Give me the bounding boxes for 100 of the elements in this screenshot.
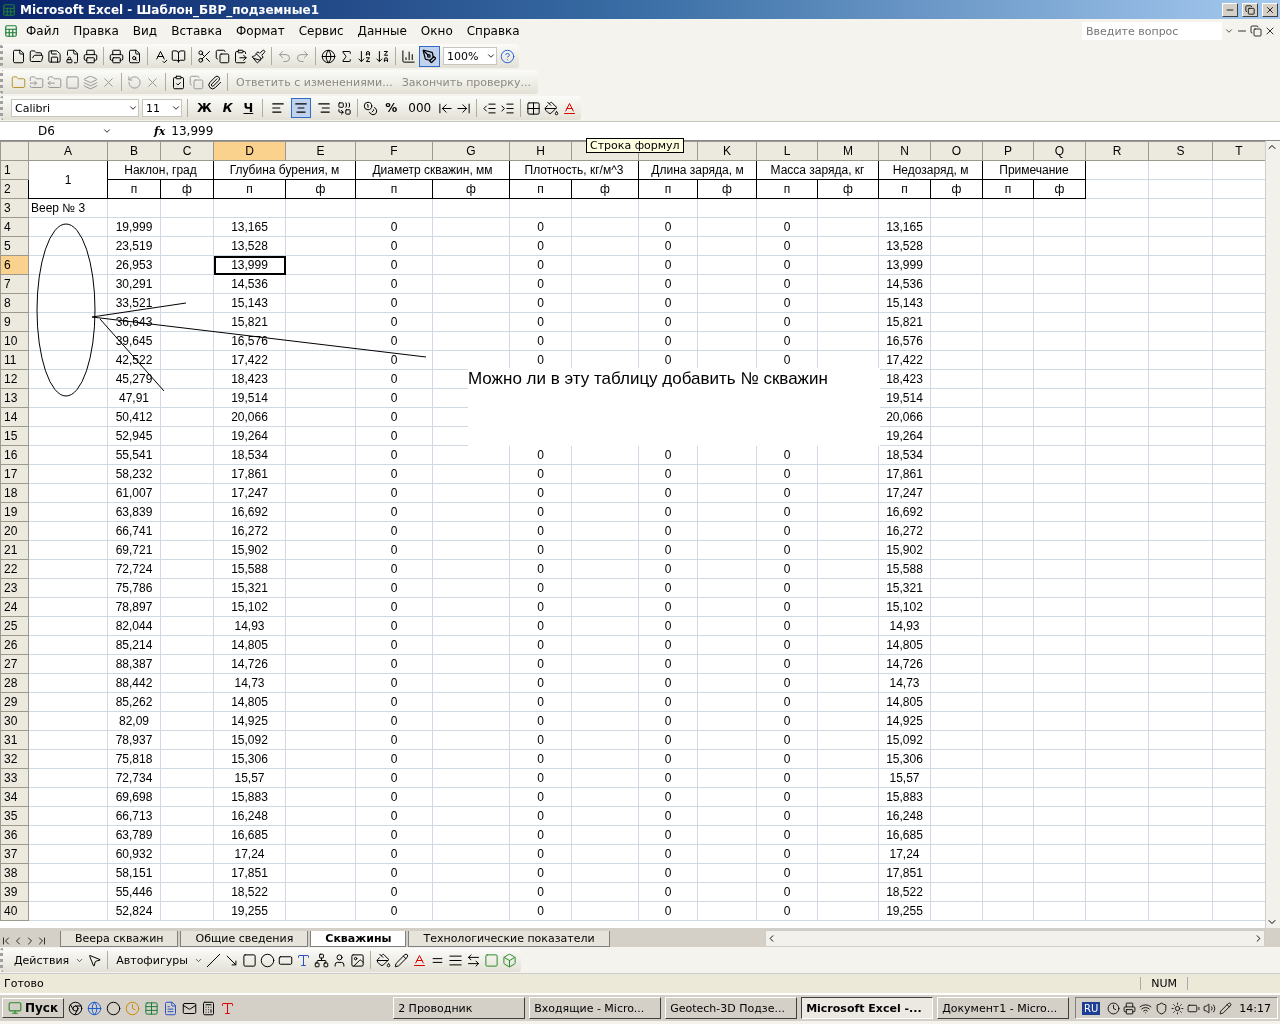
table-cell: 0 <box>756 901 818 921</box>
table-cell: Веер № 3 <box>28 198 108 218</box>
table-cell: 13,999 <box>878 255 931 275</box>
table-cell: 69,698 <box>107 787 161 807</box>
table-cell: ф <box>571 179 639 199</box>
table-cell: 0 <box>638 578 698 598</box>
table-cell: 14,93 <box>878 616 931 636</box>
table-cell: 15,902 <box>878 540 931 560</box>
table-cell: п <box>638 179 698 199</box>
table-cell: 0 <box>638 483 698 503</box>
table-cell: 0 <box>355 369 433 389</box>
table-cell: 14,536 <box>878 274 931 294</box>
table-cell: 0 <box>756 787 818 807</box>
table-cell: 16,272 <box>213 521 286 541</box>
table-cell: 0 <box>638 502 698 522</box>
table-cell: 26,953 <box>107 255 161 275</box>
table-cell: п <box>509 179 572 199</box>
table-cell: 0 <box>638 749 698 769</box>
table-cell: 15,306 <box>878 749 931 769</box>
table-cell: 16,692 <box>878 502 931 522</box>
table-cell: 39,645 <box>107 331 161 351</box>
table-cell: 0 <box>509 768 572 788</box>
table-cell: 19,264 <box>213 426 286 446</box>
table-cell: 0 <box>509 787 572 807</box>
table-cell: 0 <box>355 863 433 883</box>
table-cell: 14,73 <box>878 673 931 693</box>
table-cell: 15,57 <box>213 768 286 788</box>
table-cell: 0 <box>355 274 433 294</box>
table-cell: 55,541 <box>107 445 161 465</box>
table-cell: п <box>878 179 931 199</box>
table-cell: 0 <box>638 293 698 313</box>
table-cell: 0 <box>355 483 433 503</box>
table-cell: 0 <box>355 559 433 579</box>
table-cell: ф <box>160 179 214 199</box>
table-cell: 60,932 <box>107 844 161 864</box>
table-cell: 0 <box>509 844 572 864</box>
table-cell: 0 <box>509 749 572 769</box>
table-cell: 0 <box>509 692 572 712</box>
table-cell: 0 <box>509 806 572 826</box>
table-cell: 0 <box>509 464 572 484</box>
table-cell: 15,588 <box>878 559 931 579</box>
table-cell: 16,576 <box>878 331 931 351</box>
table-cell: 0 <box>756 540 818 560</box>
table-cell: 0 <box>509 616 572 636</box>
table-cell: 16,248 <box>213 806 286 826</box>
table-cell: 14,73 <box>213 673 286 693</box>
table-cell: 0 <box>509 635 572 655</box>
table-cell: 14,925 <box>213 711 286 731</box>
table-cell: ф <box>817 179 879 199</box>
table-cell: 0 <box>638 274 698 294</box>
table-cell: 0 <box>638 806 698 826</box>
table-cell: 0 <box>638 730 698 750</box>
table-cell: 0 <box>638 787 698 807</box>
table-cell: 0 <box>509 711 572 731</box>
table-cell: ф <box>1033 179 1086 199</box>
table-cell: 58,151 <box>107 863 161 883</box>
table-cell: 0 <box>509 597 572 617</box>
table-cell: 0 <box>355 692 433 712</box>
table-cell: 78,937 <box>107 730 161 750</box>
table-cell: 15,092 <box>878 730 931 750</box>
table-cell: 0 <box>355 768 433 788</box>
table-cell: 19,255 <box>213 901 286 921</box>
table-cell: 19,255 <box>878 901 931 921</box>
table-cell: 0 <box>638 312 698 332</box>
table-cell: 0 <box>756 654 818 674</box>
table-cell: 0 <box>355 255 433 275</box>
table-cell: ф <box>930 179 983 199</box>
table-cell: 0 <box>756 882 818 902</box>
table-cell: 17,861 <box>213 464 286 484</box>
table-cell: 0 <box>756 597 818 617</box>
table-cell: п <box>107 179 161 199</box>
table-cell: 13,165 <box>878 217 931 237</box>
table-cell: 0 <box>756 236 818 256</box>
table-cell: 0 <box>509 882 572 902</box>
table-cell: 0 <box>638 692 698 712</box>
table-cell: 0 <box>638 654 698 674</box>
table-cell: 0 <box>756 559 818 579</box>
table-cell: 0 <box>509 578 572 598</box>
table-cell: 0 <box>756 844 818 864</box>
table-cell: 0 <box>355 597 433 617</box>
table-cell: 15,143 <box>878 293 931 313</box>
table-cell: 0 <box>638 882 698 902</box>
table-cell: 0 <box>638 217 698 237</box>
table-cell: 63,839 <box>107 502 161 522</box>
table-cell: ф <box>285 179 356 199</box>
table-cell: 14,93 <box>213 616 286 636</box>
table-cell: 0 <box>355 350 433 370</box>
table-cell: 0 <box>509 293 572 313</box>
table-cell: 15,102 <box>213 597 286 617</box>
table-cell: 0 <box>756 863 818 883</box>
column-heading: Недозаряд, м <box>878 160 983 180</box>
table-cell: 0 <box>355 236 433 256</box>
table-cell: 0 <box>756 692 818 712</box>
table-cell: 13,528 <box>213 236 286 256</box>
table-cell: ф <box>432 179 510 199</box>
table-cell: 0 <box>756 521 818 541</box>
note-text: Можно ли в эту таблицу добавить № скважин <box>468 368 880 446</box>
table-cell: 17,851 <box>878 863 931 883</box>
table-cell: 0 <box>355 654 433 674</box>
table-cell: 0 <box>355 825 433 845</box>
